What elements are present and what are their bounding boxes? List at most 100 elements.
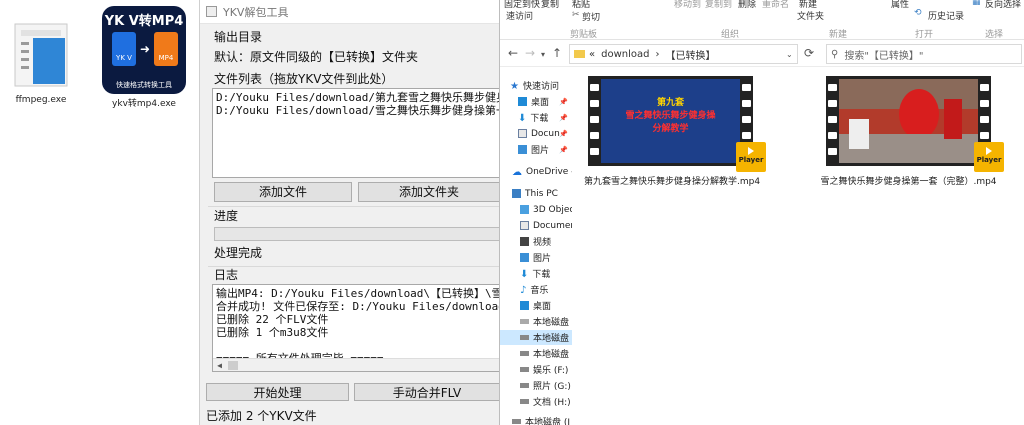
nav-item[interactable]: 视频 <box>520 234 572 249</box>
video-file-tile[interactable]: Player 雪之舞快乐舞步健身操第一套（完整）.mp4 <box>820 76 1004 187</box>
properties-button[interactable]: 属性 <box>891 0 909 10</box>
copy-to-button[interactable]: 复制到 <box>705 0 732 10</box>
nav-item[interactable]: ♪ 音乐 <box>520 282 572 297</box>
nav-item[interactable]: 文档 (H:) <box>520 394 572 409</box>
select-group-label: 选择 <box>985 30 1004 40</box>
address-bar-row: ← → ▾ ↑ « download › 【已转换】 ⌄ ⟳ ⚲ 搜索"【已转换… <box>500 41 1024 67</box>
new-folder-label: 文件夹 <box>797 12 825 22</box>
nav-item[interactable]: Docun 📌 <box>518 126 572 141</box>
new-group-label: 新建 <box>829 30 848 40</box>
nav-label: 照片 (G:) <box>533 382 571 392</box>
drive-icon <box>520 351 529 356</box>
file-name: 第九套雪之舞快乐舞步健身操分解教学.mp4 <box>584 177 761 187</box>
paste-button[interactable]: 粘贴 <box>572 0 590 10</box>
horizontal-scrollbar[interactable]: ◀ <box>213 358 501 371</box>
add-file-button[interactable]: 添加文件 <box>214 182 352 202</box>
clipboard-group-label: 剪贴板 <box>570 30 598 40</box>
nav-item[interactable]: 图片 <box>520 250 572 265</box>
recent-dropdown-icon[interactable]: ▾ <box>541 50 545 59</box>
nav-item[interactable]: 本地磁盘 <box>520 346 572 361</box>
list-item[interactable]: D:/Youku Files/download/第九套雪之舞快乐舞步健身操分解 <box>216 91 501 104</box>
log-line: 输出MP4: D:/Youku Files/download\【已转换】\雪之舞… <box>216 287 502 300</box>
divider <box>208 266 500 267</box>
nav-label: This PC <box>525 188 558 199</box>
history-icon: ⟲ <box>914 8 922 18</box>
nav-item[interactable]: Documer <box>520 218 572 233</box>
nav-label: 视频 <box>533 238 552 248</box>
video-file-tile[interactable]: 第九套 雪之舞快乐舞步健身操 分解教学 Player 第九套雪之舞快乐舞步健身操… <box>584 76 766 187</box>
add-folder-button[interactable]: 添加文件夹 <box>358 182 500 202</box>
breadcrumb-root[interactable]: « <box>589 49 595 60</box>
nav-label: 本地磁盘 <box>533 318 570 328</box>
rename-button[interactable]: 重命名 <box>762 0 789 10</box>
nav-item[interactable]: ⬇ 下载 📌 <box>518 110 572 125</box>
ykv-tool-window: YKV解包工具 输出目录 默认：原文件同级的【已转换】文件夹 文件列表（拖放YK… <box>199 0 502 425</box>
delete-button[interactable]: 删除 <box>738 0 756 10</box>
file-list[interactable]: D:/Youku Files/download/第九套雪之舞快乐舞步健身操分解 … <box>212 88 502 178</box>
history-button[interactable]: 历史记录 <box>928 9 964 22</box>
thumb-caption: 第九套 <box>656 98 684 108</box>
nav-item[interactable]: 桌面 📌 <box>518 94 572 109</box>
up-arrow-icon[interactable]: ↑ <box>552 46 562 60</box>
refresh-icon[interactable]: ⟳ <box>804 46 814 60</box>
breadcrumb-download[interactable]: download <box>601 49 649 60</box>
list-item[interactable]: D:/Youku Files/download/雪之舞快乐舞步健身操第一套（完 <box>216 104 501 117</box>
cut-icon[interactable]: ✂ <box>572 10 580 20</box>
address-field[interactable]: « download › 【已转换】 <box>569 44 798 64</box>
file-icon <box>14 23 68 87</box>
search-placeholder: 搜索"【已转换】" <box>844 50 924 62</box>
desktop-icon-label: ykv转mp4.exe <box>112 99 176 109</box>
divider <box>208 206 500 207</box>
address-dropdown-icon[interactable]: ⌄ <box>786 50 793 59</box>
progress-bar <box>214 227 502 241</box>
cut-button[interactable]: 剪切 <box>582 10 600 23</box>
manual-merge-button[interactable]: 手动合并FLV <box>354 383 500 401</box>
nav-item[interactable]: 图片 📌 <box>518 142 572 157</box>
drive-icon <box>520 335 529 340</box>
document-icon <box>518 129 527 138</box>
start-process-button[interactable]: 开始处理 <box>206 383 349 401</box>
nav-item[interactable]: 桌面 <box>520 298 572 313</box>
log-label: 日志 <box>214 268 239 282</box>
log-output[interactable]: 输出MP4: D:/Youku Files/download\【已转换】\雪之舞… <box>212 284 502 372</box>
breadcrumb-current[interactable]: 【已转换】 <box>665 47 715 62</box>
move-to-button[interactable]: 移动到 <box>674 0 701 10</box>
nav-item[interactable]: ⬇ 下载 <box>520 266 572 281</box>
nav-label: Documer <box>533 220 572 231</box>
badge-text: Player <box>738 156 764 164</box>
tool-titlebar[interactable]: YKV解包工具 <box>200 0 499 24</box>
nav-item[interactable]: ★ 快速访问 <box>510 78 572 93</box>
nav-item[interactable]: 娱乐 (F:) <box>520 362 572 377</box>
search-icon: ⚲ <box>831 48 839 60</box>
download-icon: ⬇ <box>520 269 529 280</box>
player-badge-icon: Player <box>736 142 766 172</box>
video-icon <box>520 237 529 246</box>
desktop-icon-ffmpeg[interactable]: ffmpeg.exe <box>6 20 76 105</box>
invert-select-button[interactable]: 反向选择 <box>985 0 1021 10</box>
scroll-left-icon[interactable]: ◀ <box>213 359 226 372</box>
pin-icon: 📌 <box>559 145 568 154</box>
nav-label: 图片 <box>531 146 550 156</box>
nav-item[interactable]: 照片 (G:) <box>520 378 572 393</box>
logo-right-text: MP4 <box>158 54 174 62</box>
nav-item[interactable]: 本地磁盘 <box>520 314 572 329</box>
search-box[interactable]: ⚲ 搜索"【已转换】" <box>826 44 1022 64</box>
pin-icon: 📌 <box>559 97 568 106</box>
forward-arrow-icon[interactable]: → <box>525 46 535 60</box>
nav-item[interactable]: This PC <box>512 186 572 201</box>
drive-icon <box>520 399 529 404</box>
desktop-icon-ykv2mp4[interactable]: YK V转MP4 YK V ➜ MP4 快速格式转换工具 ykv转mp4.exe <box>98 6 190 109</box>
nav-item[interactable]: 3D Objec <box>520 202 572 217</box>
tool-title: YKV解包工具 <box>223 5 289 19</box>
nav-label: 本地磁盘 <box>533 350 570 360</box>
download-icon: ⬇ <box>518 113 527 124</box>
scroll-thumb[interactable] <box>228 360 238 370</box>
nav-item[interactable]: 本地磁盘 (I <box>512 414 572 425</box>
nav-item[interactable]: 本地磁盘 <box>500 330 572 345</box>
output-dir-label: 输出目录 <box>214 30 263 44</box>
app-logo: YK V转MP4 YK V ➜ MP4 快速格式转换工具 <box>102 6 186 94</box>
back-arrow-icon[interactable]: ← <box>508 46 518 60</box>
nav-item[interactable]: ☁ OneDrive - <box>512 164 572 179</box>
copy-button[interactable]: 复制 <box>541 0 559 10</box>
